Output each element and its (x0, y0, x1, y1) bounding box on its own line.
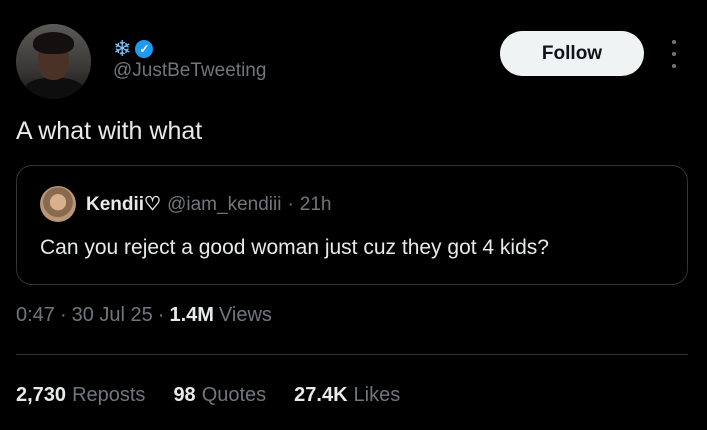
quoted-author-name: Kendii♡ (86, 194, 162, 215)
likes-stat[interactable]: 27.4K Likes (294, 384, 400, 407)
separator-dot: · (287, 193, 294, 215)
quotes-count: 98 (173, 384, 196, 406)
author-handle[interactable]: @JustBeTweeting (113, 60, 266, 82)
tweet-text: A what with what (16, 117, 203, 145)
tweet-date[interactable]: 30 Jul 25 (72, 304, 153, 327)
avatar-hair (33, 32, 74, 54)
divider (16, 354, 688, 355)
quotes-stat[interactable]: 98 Quotes (173, 384, 266, 407)
quotes-label: Quotes (201, 384, 267, 406)
dot (672, 52, 676, 56)
verified-badge-icon: ✓ (135, 40, 154, 58)
author-name-row[interactable]: ❄ ✓ (113, 36, 154, 62)
reposts-count: 2,730 (16, 384, 67, 406)
separator-dot: · (157, 304, 165, 326)
dot (672, 64, 676, 68)
quoted-tweet-card[interactable] (16, 165, 688, 285)
tweet-time[interactable]: 0:47 (16, 304, 55, 327)
separator-dot: · (59, 304, 67, 326)
quoted-tweet-header: Kendii♡ @iam_kendiii · 21h (86, 193, 331, 216)
reposts-label: Reposts (72, 384, 146, 406)
tweet-metadata: 0:47 · 30 Jul 25 · 1.4M Views (16, 304, 272, 327)
quoted-author-handle: @iam_kendiii (167, 193, 282, 215)
likes-label: Likes (353, 384, 401, 406)
quoted-tweet-text: Can you reject a good woman just cuz the… (40, 236, 549, 259)
dot (672, 40, 676, 44)
more-options-icon[interactable] (666, 40, 682, 68)
quoted-timestamp[interactable]: 21h (300, 194, 332, 216)
snowflake-icon: ❄ (113, 36, 132, 61)
views-count: 1.4M (169, 304, 214, 326)
avatar-body (24, 78, 84, 99)
likes-count: 27.4K (294, 384, 348, 406)
follow-button[interactable]: Follow (500, 31, 644, 76)
views-label: Views (218, 304, 272, 326)
reposts-stat[interactable]: 2,730 Reposts (16, 384, 145, 407)
quoted-author-avatar[interactable] (40, 186, 76, 222)
engagement-stats: 2,730 Reposts 98 Quotes 27.4K Likes (16, 384, 400, 407)
author-avatar[interactable] (16, 24, 91, 99)
